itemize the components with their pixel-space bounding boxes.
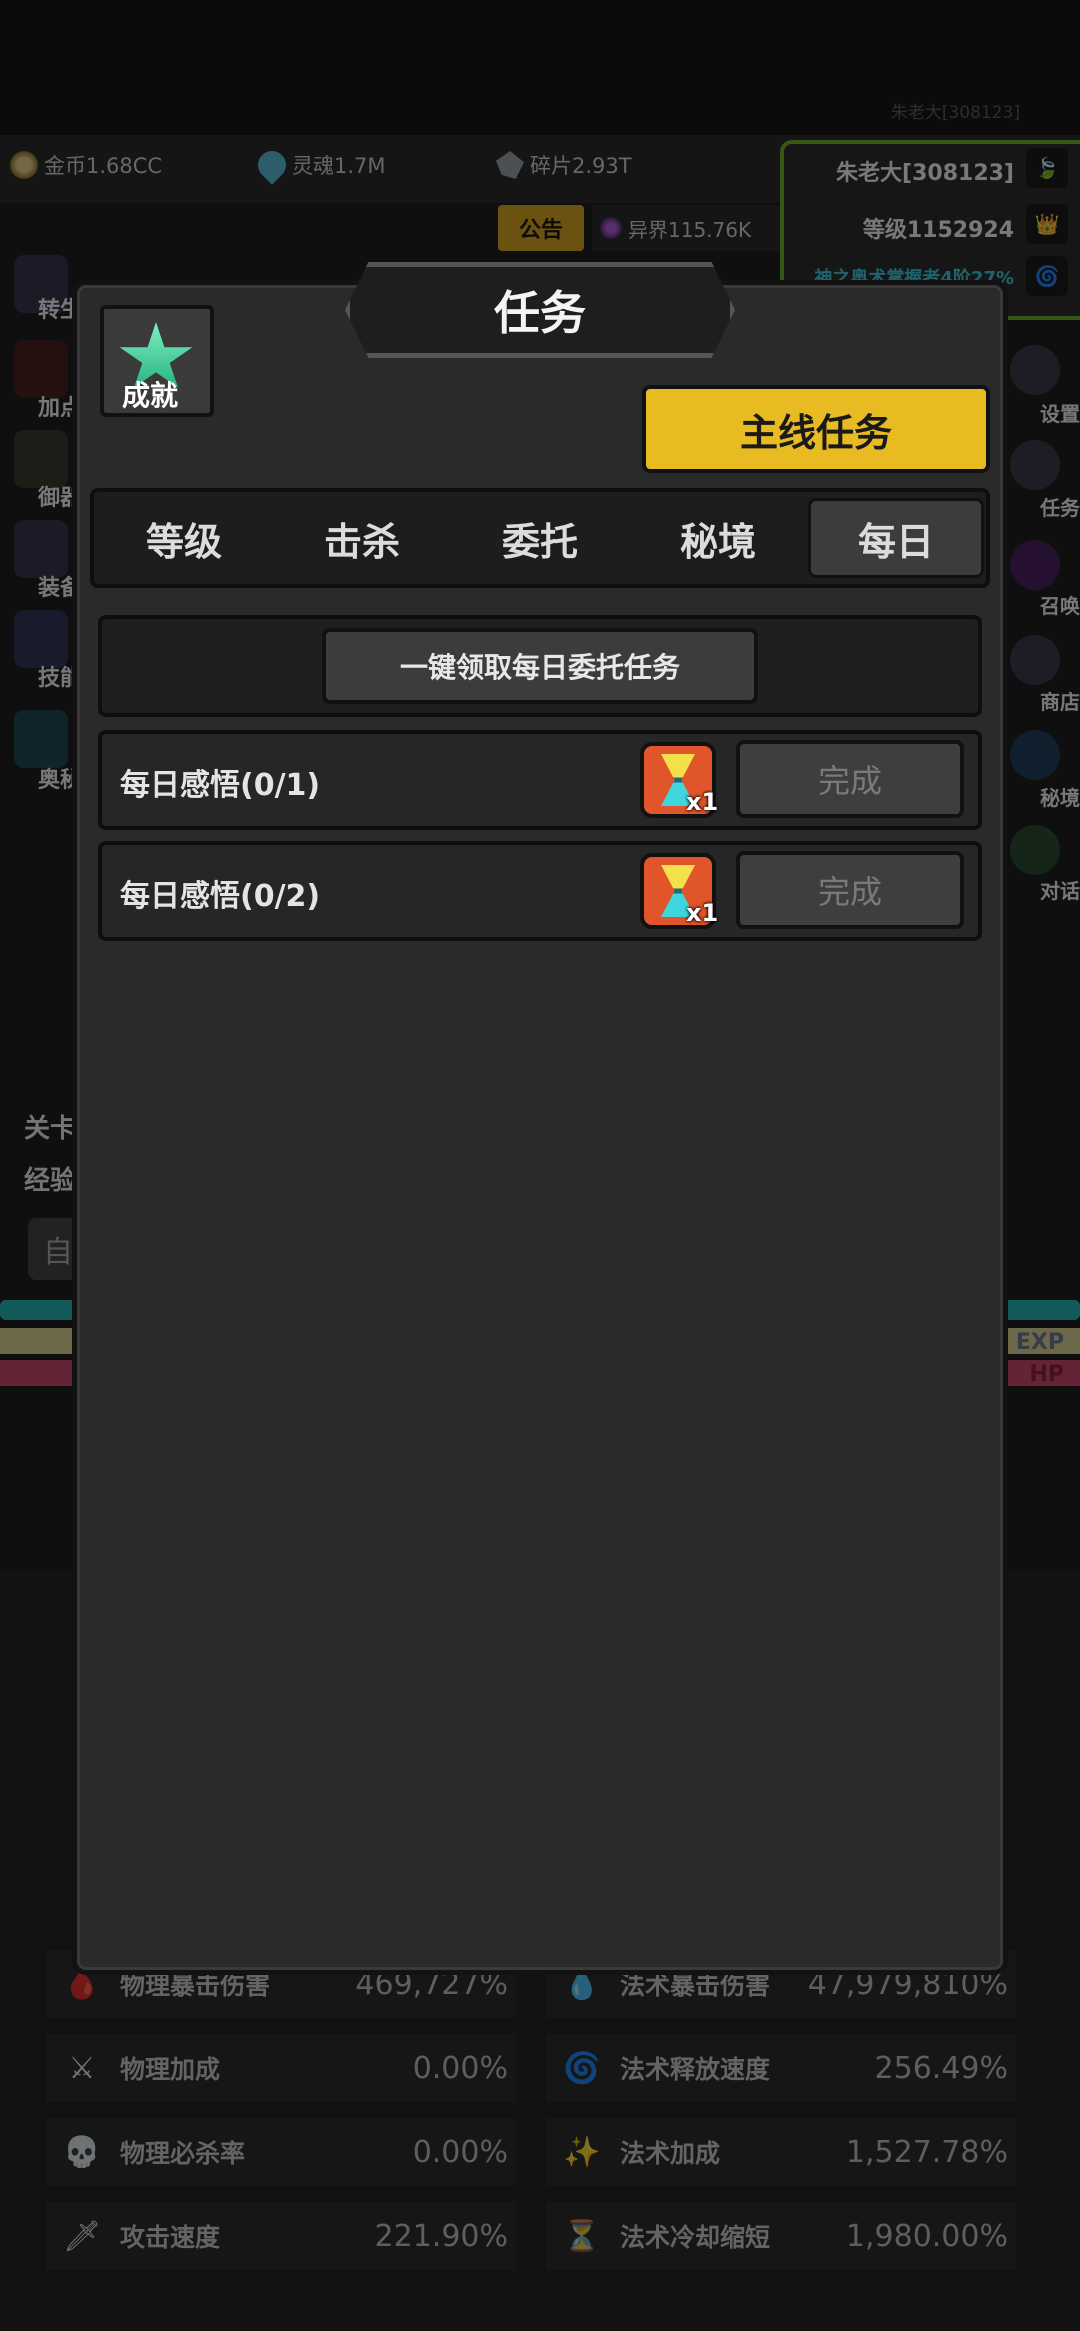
tab-daily[interactable]: 每日: [808, 498, 984, 578]
claim-all-daily-button[interactable]: 一键领取每日委托任务: [322, 628, 758, 704]
complete-button[interactable]: 完成: [736, 851, 964, 929]
panel-title-plate: 任务: [345, 262, 735, 358]
reward-quantity: x1: [686, 788, 719, 816]
complete-button[interactable]: 完成: [736, 740, 964, 818]
tab-level[interactable]: 等级: [96, 498, 272, 578]
achievement-label: 成就: [122, 379, 179, 412]
tab-commission[interactable]: 委托: [452, 498, 628, 578]
panel-title: 任务: [494, 286, 586, 340]
task-name: 每日感悟(0/2): [120, 879, 321, 914]
tab-secret-realm[interactable]: 秘境: [630, 498, 806, 578]
reward-quantity: x1: [686, 899, 719, 927]
task-name: 每日感悟(0/1): [120, 768, 321, 803]
tab-kill[interactable]: 击杀: [274, 498, 450, 578]
main-quest-button[interactable]: 主线任务: [642, 385, 990, 473]
task-tabs: 等级 击杀 委托 秘境 每日: [90, 488, 990, 588]
